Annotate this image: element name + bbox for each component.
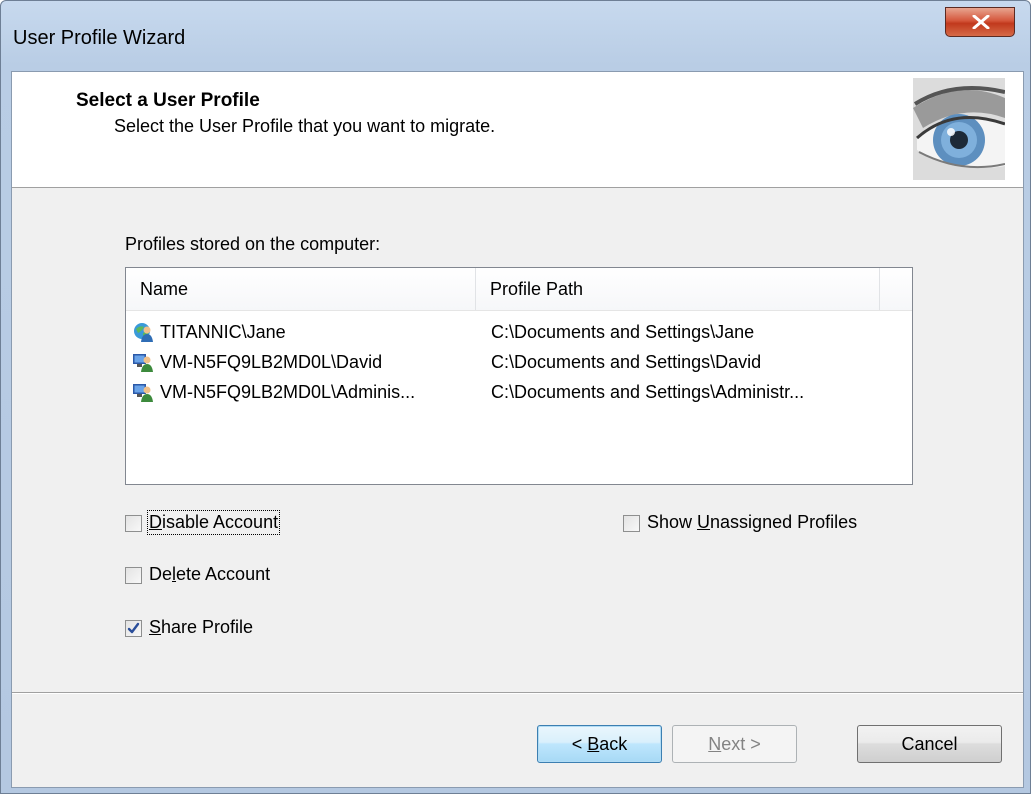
column-header-profile-path[interactable]: Profile Path bbox=[476, 268, 880, 310]
delete-account-label: Delete Account bbox=[149, 564, 271, 584]
list-item[interactable]: TITANNIC\Jane C:\Documents and Settings\… bbox=[126, 317, 912, 347]
wizard-header: Select a User Profile Select the User Pr… bbox=[12, 72, 1023, 188]
checkbox-box[interactable] bbox=[623, 515, 640, 532]
next-button[interactable]: Next > bbox=[672, 725, 797, 763]
share-profile-label: Share Profile bbox=[149, 617, 254, 637]
local-user-icon bbox=[133, 384, 153, 402]
column-header-name[interactable]: Name bbox=[126, 268, 476, 310]
show-unassigned-profiles-label: Show Unassigned Profiles bbox=[647, 512, 858, 532]
checkbox-box[interactable] bbox=[125, 515, 142, 532]
wizard-window: User Profile Wizard Select a User Profil… bbox=[0, 0, 1031, 794]
eye-banner-icon bbox=[913, 78, 1005, 180]
back-button[interactable]: < Back bbox=[537, 725, 662, 763]
domain-user-icon bbox=[134, 323, 153, 342]
checkbox-box[interactable] bbox=[125, 620, 142, 637]
list-item[interactable]: VM-N5FQ9LB2MD0L\Adminis... C:\Documents … bbox=[126, 377, 912, 407]
profile-path: C:\Documents and Settings\Jane bbox=[491, 322, 755, 342]
profile-path: C:\Documents and Settings\Administr... bbox=[491, 382, 805, 402]
profile-name: TITANNIC\Jane bbox=[160, 322, 286, 342]
page-subtitle: Select the User Profile that you want to… bbox=[114, 116, 496, 136]
list-header: Name Profile Path bbox=[126, 268, 912, 311]
page-title: Select a User Profile bbox=[76, 90, 260, 111]
close-button[interactable] bbox=[945, 7, 1015, 37]
wizard-client-area: Select a User Profile Select the User Pr… bbox=[11, 71, 1024, 788]
profiles-label: Profiles stored on the computer: bbox=[125, 234, 381, 254]
profile-name: VM-N5FQ9LB2MD0L\Adminis... bbox=[160, 382, 416, 402]
title-bar[interactable]: User Profile Wizard bbox=[1, 1, 1032, 71]
local-user-icon bbox=[133, 354, 153, 372]
footer-divider bbox=[12, 692, 1023, 694]
cancel-button[interactable]: Cancel bbox=[857, 725, 1002, 763]
profile-name: VM-N5FQ9LB2MD0L\David bbox=[160, 352, 383, 372]
profile-path: C:\Documents and Settings\David bbox=[491, 352, 762, 372]
profiles-list[interactable]: Name Profile Path TITANNIC\Jane C:\Docum… bbox=[125, 267, 913, 485]
checkmark-icon bbox=[127, 622, 140, 634]
close-icon bbox=[972, 15, 990, 29]
disable-account-label: Disable Account bbox=[146, 510, 281, 535]
checkbox-box[interactable] bbox=[125, 567, 142, 584]
column-header-filler bbox=[880, 268, 912, 310]
window-title: User Profile Wizard bbox=[13, 27, 186, 49]
list-item[interactable]: VM-N5FQ9LB2MD0L\David C:\Documents and S… bbox=[126, 347, 912, 377]
